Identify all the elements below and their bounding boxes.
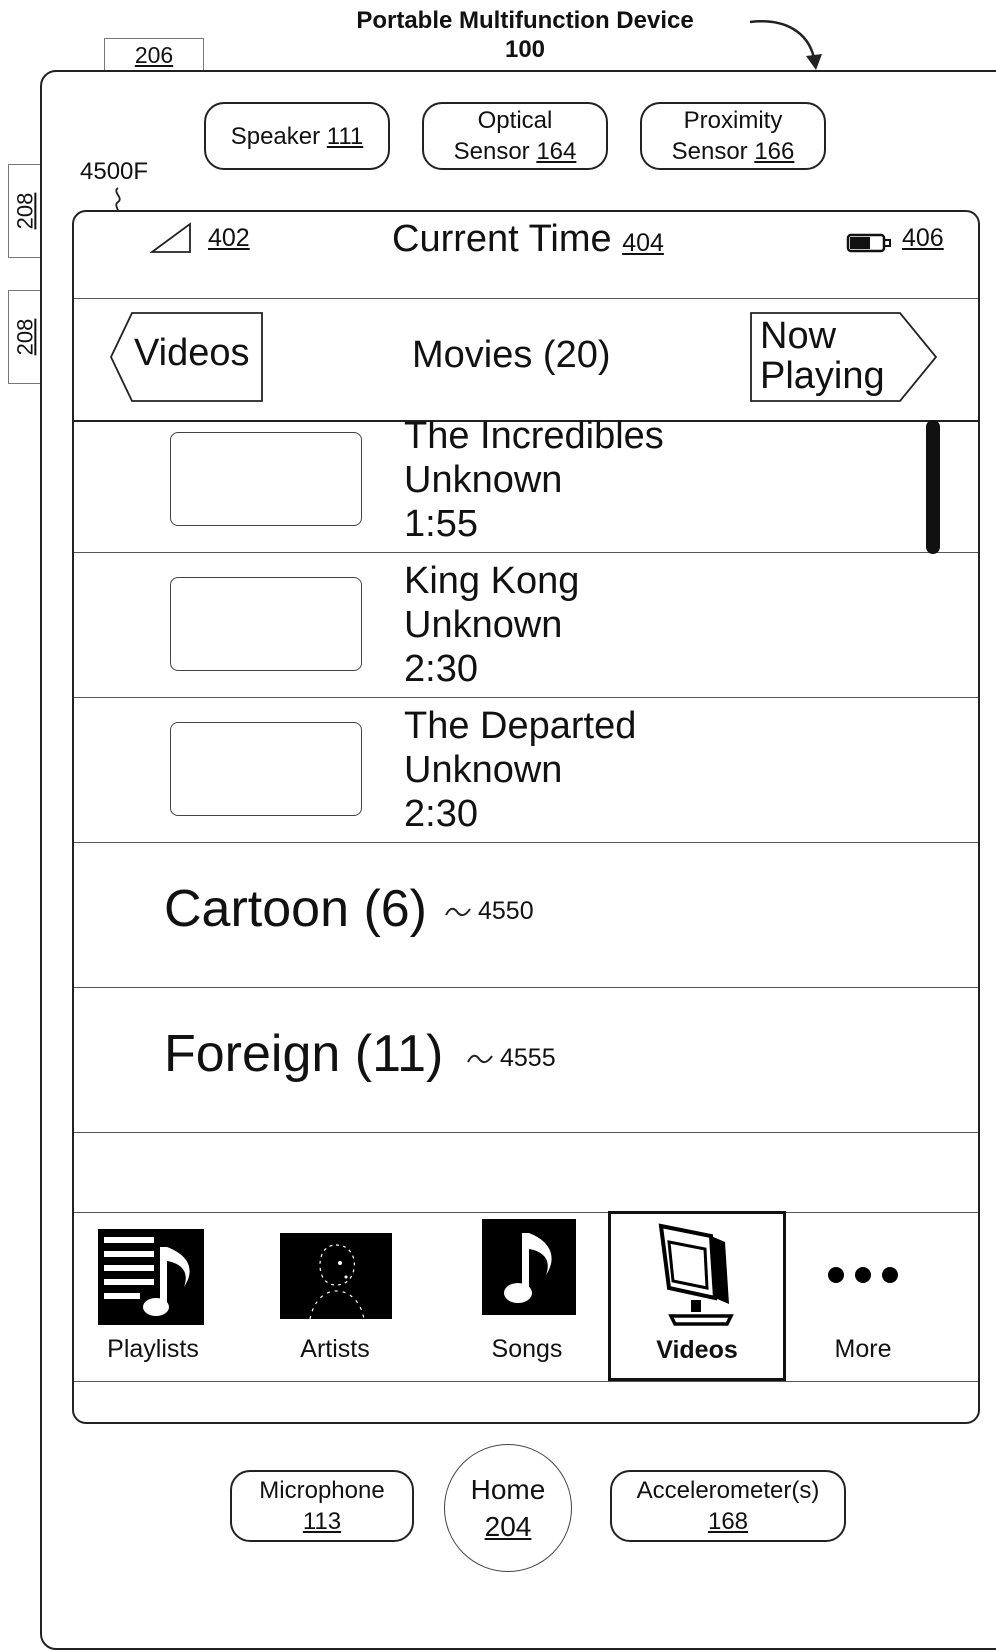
time-reference-number: 404 — [622, 229, 664, 257]
figure-title-line1: Portable Multifunction Device — [356, 7, 694, 34]
movie-artist: Unknown — [404, 749, 563, 791]
battery-reference-number: 406 — [902, 224, 944, 252]
movie-artist: Unknown — [404, 459, 563, 501]
back-button-videos[interactable]: Videos — [110, 312, 264, 402]
movie-row[interactable]: The Departed Unknown 2:30 — [74, 698, 978, 843]
more-icon — [828, 1267, 898, 1283]
proximity-sensor-label: Proximity Sensor 166 — [640, 102, 826, 170]
category-row-foreign[interactable]: Foreign (11) 4555 — [74, 988, 978, 1133]
movie-title: The Incredibles — [404, 415, 664, 457]
side-button-208-upper: 208 — [8, 164, 42, 258]
movie-thumbnail — [170, 432, 362, 526]
movie-title: King Kong — [404, 560, 580, 602]
nav-title: Movies (20) — [412, 334, 611, 376]
category-reference-number: 4550 — [478, 897, 534, 925]
microphone-label: Microphone 113 — [230, 1470, 414, 1542]
tab-label: Playlists — [107, 1335, 199, 1363]
tab-label: Artists — [300, 1335, 370, 1363]
current-time: Current Time 404 — [392, 218, 664, 260]
navigation-bar: Videos Movies (20) Now Playing — [74, 298, 978, 422]
reference-squiggle — [445, 907, 471, 917]
home-button[interactable]: Home 204 — [444, 1444, 572, 1572]
tab-label: More — [834, 1335, 892, 1363]
scroll-indicator[interactable] — [926, 420, 940, 554]
movie-duration: 1:55 — [404, 503, 478, 545]
tab-artists[interactable]: Artists — [270, 1213, 400, 1381]
movie-duration: 2:30 — [404, 648, 478, 690]
movie-artist: Unknown — [404, 604, 563, 646]
back-button-label: Videos — [134, 332, 250, 374]
figure-title: Portable Multifunction Device 100 — [290, 6, 760, 64]
tab-more[interactable]: More — [798, 1213, 928, 1381]
movie-row[interactable]: King Kong Unknown 2:30 — [74, 553, 978, 698]
tab-label: Songs — [491, 1335, 563, 1363]
optical-sensor-label: Optical Sensor 164 — [422, 102, 608, 170]
tab-videos[interactable]: Videos — [608, 1211, 786, 1381]
speaker-label: Speaker 111 — [204, 102, 390, 170]
reference-squiggle — [467, 1054, 493, 1064]
status-bar: 402 Current Time 404 406 — [74, 212, 978, 299]
tab-playlists[interactable]: Playlists — [88, 1213, 218, 1381]
signal-reference-number: 402 — [208, 224, 250, 252]
figure-title-line2: 100 — [504, 36, 546, 63]
now-playing-label: Now Playing — [760, 315, 885, 397]
songs-icon — [482, 1219, 576, 1315]
now-playing-button[interactable]: Now Playing — [750, 312, 938, 402]
device-screen: 402 Current Time 404 406 Videos Movies (… — [72, 210, 980, 1424]
movie-thumbnail — [170, 577, 362, 671]
movie-duration: 2:30 — [404, 793, 478, 835]
category-row-cartoon[interactable]: Cartoon (6) 4550 — [74, 843, 978, 988]
accelerometer-label: Accelerometer(s) 168 — [610, 1470, 846, 1542]
playlists-icon — [98, 1229, 204, 1325]
home-button-label: Home — [470, 1474, 546, 1505]
movie-row[interactable]: The Incredibles Unknown 1:55 — [74, 408, 978, 553]
screen-reference-label: 4500F — [80, 158, 149, 185]
category-label: Cartoon (6) — [164, 880, 427, 938]
movie-thumbnail — [170, 722, 362, 816]
home-button-number: 204 — [484, 1511, 532, 1542]
tab-label: Videos — [656, 1336, 738, 1364]
category-reference-number: 4555 — [500, 1044, 556, 1072]
movie-title: The Departed — [404, 705, 637, 747]
screen-reference-squiggle — [115, 187, 121, 212]
tab-songs[interactable]: Songs — [462, 1213, 592, 1381]
side-button-208-lower: 208 — [8, 290, 42, 384]
tab-bar: Playlists Artists Songs Videos More — [74, 1211, 978, 1382]
videos-icon — [658, 1223, 734, 1326]
battery-icon — [846, 233, 891, 253]
category-label: Foreign (11) — [164, 1025, 444, 1083]
signal-strength-icon — [150, 222, 191, 253]
artists-icon — [280, 1233, 392, 1319]
label-206: 206 — [104, 38, 204, 71]
